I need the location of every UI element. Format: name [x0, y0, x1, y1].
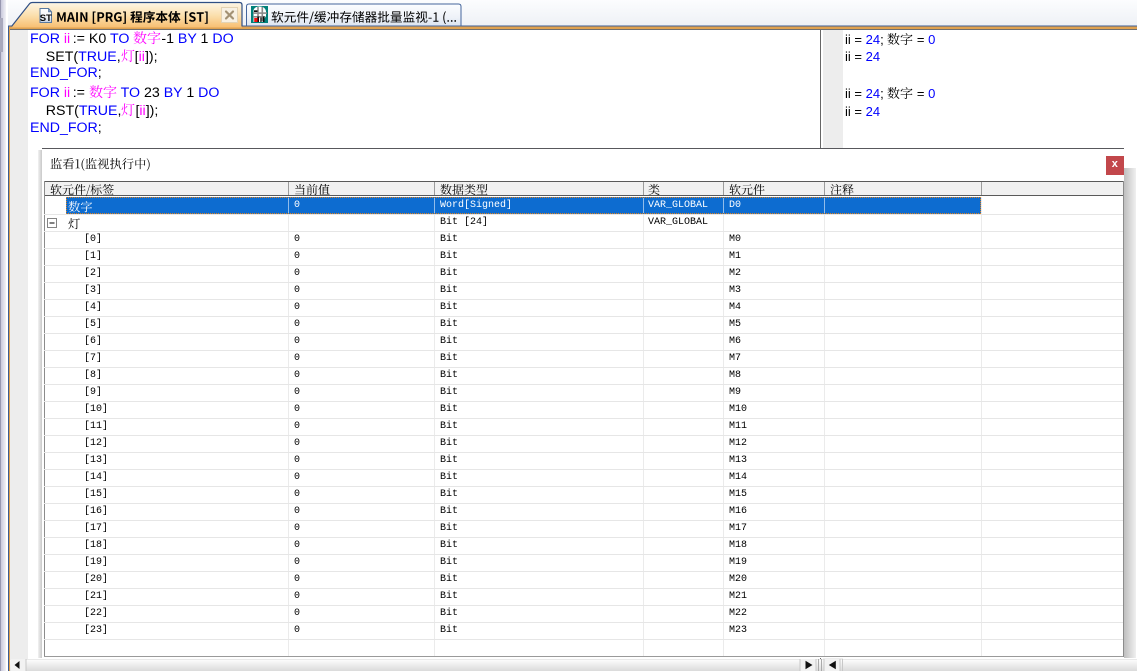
svg-text:ST: ST [40, 13, 52, 24]
